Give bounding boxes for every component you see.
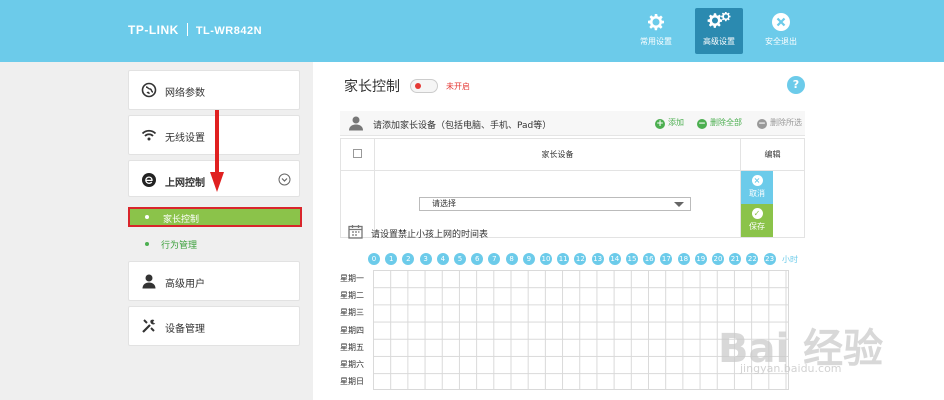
- logout-button[interactable]: 安全退出: [757, 8, 805, 54]
- brand-name: TP-LINK: [128, 23, 179, 37]
- sidebar-item-device-management[interactable]: 设备管理: [128, 306, 300, 346]
- logout-label: 安全退出: [765, 37, 797, 46]
- section-title: 请添加家长设备（包括电脑、手机、Pad等）: [373, 121, 552, 131]
- top-header: TP-LINK TL-WR842N 常用设置 高级设置 安全退出: [0, 0, 944, 62]
- wifi-icon: [141, 129, 157, 141]
- hour-label[interactable]: 8: [505, 253, 518, 265]
- user-icon: [142, 274, 156, 289]
- brand-logo: TP-LINK TL-WR842N: [128, 23, 262, 37]
- schedule-section-title: 请设置禁止小孩上网的时间表: [371, 230, 489, 240]
- globe-icon: [141, 82, 157, 98]
- tools-icon: [142, 319, 156, 333]
- parental-control-toggle[interactable]: [410, 79, 438, 93]
- hour-label[interactable]: 3: [419, 253, 432, 265]
- sidebar-item-advanced-users[interactable]: 高级用户: [128, 261, 300, 301]
- chevron-down-icon: [278, 173, 291, 186]
- hour-label[interactable]: 9: [522, 253, 535, 265]
- internet-e-icon: [142, 173, 156, 187]
- minus-icon: −: [697, 119, 707, 129]
- delete-all-button[interactable]: − 删除全部: [697, 117, 742, 129]
- basic-settings-label: 常用设置: [640, 37, 672, 46]
- day-label: 星期一: [340, 274, 364, 283]
- sidebar-subitem-parental-control[interactable]: 家长控制: [128, 207, 302, 227]
- advanced-settings-label: 高级设置: [703, 37, 735, 46]
- device-select[interactable]: 请选择: [419, 197, 691, 211]
- plus-icon: +: [655, 119, 665, 129]
- day-label: 星期六: [340, 360, 364, 369]
- calendar-icon: [348, 225, 363, 239]
- add-button[interactable]: + 添加: [655, 117, 684, 129]
- red-annotation-arrow: [210, 110, 224, 192]
- router-model: TL-WR842N: [195, 25, 263, 37]
- sidebar-subitem-label: 家长控制: [163, 215, 200, 225]
- delete-selected-button[interactable]: − 删除所选: [757, 117, 802, 129]
- close-circle-icon: [772, 13, 790, 31]
- table-header-row: 家长设备 编辑: [340, 138, 805, 171]
- hour-label[interactable]: 4: [436, 253, 449, 265]
- baidu-watermark-url: jingyan.baidu.com: [740, 362, 842, 375]
- sidebar-item-label: 高级用户: [165, 279, 205, 290]
- cancel-button[interactable]: × 取消: [741, 171, 773, 204]
- day-label: 星期五: [340, 342, 364, 352]
- sidebar-item-label: 上网控制: [165, 178, 205, 189]
- check-icon: ✓: [751, 208, 763, 219]
- gear-icon: [648, 14, 664, 31]
- sidebar-item-label: 无线设置: [165, 133, 205, 144]
- close-icon: ×: [751, 175, 763, 186]
- parent-devices-section-header: 请添加家长设备（包括电脑、手机、Pad等） + 添加 − 删除全部 − 删除所选: [340, 111, 805, 136]
- hour-label[interactable]: 13: [591, 253, 604, 265]
- edit-column-header: 编辑: [740, 138, 805, 171]
- day-label: 星期三: [340, 308, 364, 318]
- sidebar-item-label: 网络参数: [165, 88, 205, 99]
- select-all-cell: [340, 138, 375, 171]
- parent-devices-table: 家长设备 编辑 请选择 × 取消 ✓ 保存: [340, 138, 805, 238]
- hour-label[interactable]: 20: [712, 253, 724, 265]
- gears-icon: [707, 12, 731, 28]
- device-select-value: 请选择: [432, 199, 456, 208]
- minus-icon: −: [757, 119, 767, 129]
- toggle-status-label: 未开启: [446, 82, 470, 91]
- device-column-header: 家长设备: [374, 138, 741, 171]
- hour-label[interactable]: 19: [694, 253, 707, 265]
- hour-label[interactable]: 15: [626, 253, 638, 265]
- hour-label[interactable]: 14: [608, 253, 621, 265]
- hour-label[interactable]: 23: [763, 253, 776, 265]
- day-label: 星期日: [340, 377, 364, 387]
- sidebar-subitem-label: 行为管理: [161, 241, 198, 251]
- day-label: 星期四: [340, 325, 364, 335]
- sidebar-subitem-behavior-management[interactable]: 行为管理: [128, 234, 302, 254]
- hour-label[interactable]: 10: [540, 253, 552, 265]
- hour-label[interactable]: 5: [454, 253, 466, 265]
- basic-settings-button[interactable]: 常用设置: [632, 8, 680, 54]
- hour-label[interactable]: 18: [677, 253, 690, 265]
- select-all-checkbox[interactable]: [353, 149, 362, 158]
- day-label: 星期二: [340, 291, 364, 301]
- person-icon: [349, 116, 363, 131]
- advanced-settings-button[interactable]: 高级设置: [695, 8, 743, 54]
- bullet-icon: [145, 215, 149, 219]
- sidebar: [0, 62, 313, 400]
- hour-label[interactable]: 0: [368, 253, 380, 265]
- help-icon[interactable]: ?: [787, 76, 805, 94]
- sidebar-item-label: 设备管理: [165, 324, 205, 335]
- sidebar-item-network[interactable]: 网络参数: [128, 70, 300, 110]
- bullet-icon: [145, 242, 149, 246]
- caret-down-icon: [674, 202, 684, 207]
- page-title: 家长控制: [344, 79, 400, 95]
- hour-unit-label: 小时: [782, 255, 798, 264]
- save-button[interactable]: ✓ 保存: [741, 204, 773, 237]
